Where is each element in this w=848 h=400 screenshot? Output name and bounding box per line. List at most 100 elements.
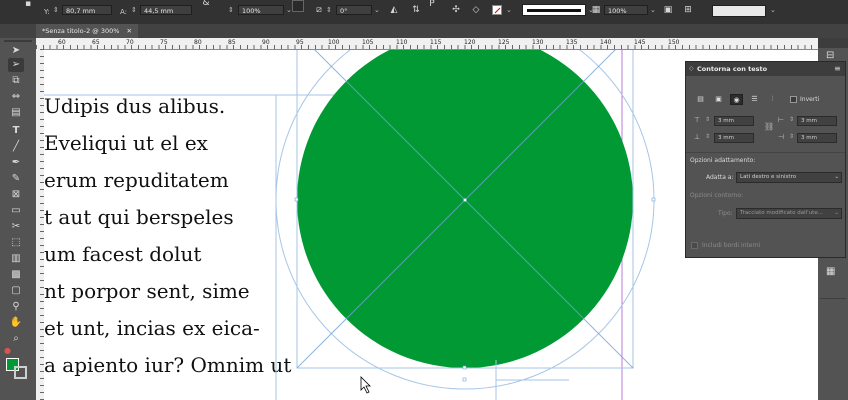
text-wrap-panel-header[interactable]: ◇ Contorna con testo ≡	[686, 62, 845, 76]
panel-collapse-icon[interactable]: ◇	[689, 65, 694, 72]
right-offset-stepper-icon[interactable]: ⇕	[789, 133, 794, 140]
tools-panel: ➤ ➢ ⧉ ⇔ ▤ T ╱ ✒ ✎ ⊠ ▭ ✂ ⬚ ▥ ▩ ▢ ⚲ ✋ ⌕ ●	[0, 38, 36, 400]
anchor-handle[interactable]	[462, 377, 467, 382]
gradient-swatch-tool-icon[interactable]: ▥	[8, 252, 24, 266]
top-offset-icon: ⊤	[694, 116, 701, 124]
left-offset-icon: ⊢	[778, 116, 785, 124]
object-style-dropdown-icon[interactable]: ⌄	[770, 6, 776, 14]
text-wrap-panel: ◇ Contorna con testo ≡ ▤ ▣ ◉ ☰ ⫶ Inverti…	[685, 61, 846, 258]
left-offset-stepper-icon[interactable]: ⇕	[789, 116, 794, 123]
scale-y-field[interactable]: 100%	[238, 5, 284, 15]
constrain-proportions-icon[interactable]	[292, 0, 304, 12]
wrap-object-shape-icon[interactable]: ◉	[730, 94, 743, 105]
flip-horizontal-icon[interactable]: ◭	[388, 4, 400, 16]
selection-tool-icon[interactable]: ➤	[8, 44, 24, 58]
type-tool-icon[interactable]: T	[8, 124, 24, 138]
rectangle-frame-tool-icon[interactable]: ⊠	[8, 188, 24, 202]
fx-icon[interactable]: ⊞	[682, 4, 694, 16]
document-tab[interactable]: *Senza titolo-2 @ 300% ✕	[36, 24, 138, 38]
panel-menu-icon[interactable]: ≡	[834, 64, 841, 73]
link-offsets-icon[interactable]: ⛓	[764, 122, 774, 131]
scale-y-dropdown-icon[interactable]: ⌄	[286, 6, 292, 14]
pencil-tool-icon[interactable]: ✎	[8, 172, 24, 186]
invert-label: Inverti	[800, 96, 820, 103]
top-offset-field[interactable]: 3 mm	[714, 116, 754, 126]
center-point[interactable]	[463, 198, 467, 202]
select-content-icon[interactable]: ✣	[450, 4, 462, 16]
a-field[interactable]: 44,5 mm	[140, 5, 192, 15]
hand-tool-icon[interactable]: ✋	[8, 316, 24, 330]
free-transform-tool-icon[interactable]: ⬚	[8, 236, 24, 250]
right-offset-icon: ⊣	[778, 133, 785, 141]
scale-y-stepper-icon[interactable]: ⇕	[228, 6, 234, 14]
stroke-swatch[interactable]	[492, 5, 502, 15]
a-label: A:	[120, 8, 128, 16]
dock-divider	[820, 298, 846, 299]
reference-point-icon[interactable]: ▪	[22, 0, 34, 10]
pen-tool-icon[interactable]: ✒	[8, 156, 24, 170]
shear-field[interactable]: 0°	[336, 5, 372, 15]
opacity-icon: ▦	[591, 5, 601, 15]
document-tab-title: *Senza titolo-2 @ 300%	[42, 27, 120, 35]
bottom-offset-stepper-icon[interactable]: ⇕	[705, 133, 710, 140]
eyedropper-tool-icon[interactable]: ⚲	[8, 300, 24, 314]
link-icon[interactable]: &	[200, 0, 212, 9]
shear-stepper-icon[interactable]: ⇕	[326, 6, 332, 14]
control-bar: ▪ Y: ⇕ 80,7 mm A: ⇕ 44,5 mm & ⇕ 100% ⌄ ⧄…	[0, 0, 848, 25]
a-stepper-icon[interactable]: ⇕	[131, 6, 137, 14]
contour-type-select[interactable]: Tracciato modificato dall'ute... ⌄	[736, 208, 842, 219]
direct-selection-tool-icon[interactable]: ➢	[8, 58, 24, 72]
close-tab-icon[interactable]: ✕	[127, 27, 132, 35]
scissors-tool-icon[interactable]: ✂	[8, 220, 24, 234]
contour-type-value: Tracciato modificato dall'ute...	[740, 210, 823, 216]
shear-dropdown-icon[interactable]: ⌄	[374, 6, 380, 14]
dock-header[interactable]	[818, 38, 848, 48]
stroke-color-swatch[interactable]	[14, 366, 27, 379]
anchor-handle[interactable]	[651, 197, 656, 202]
note-tool-icon[interactable]: ▢	[8, 284, 24, 298]
select-next-icon[interactable]: ◇	[470, 4, 482, 16]
y-field[interactable]: 80,7 mm	[62, 5, 112, 15]
gradient-feather-tool-icon[interactable]: ▩	[8, 268, 24, 282]
anchor-handle[interactable]	[462, 365, 467, 370]
y-stepper-icon[interactable]: ⇕	[53, 6, 59, 14]
no-wrap-icon[interactable]: ▤	[694, 94, 707, 105]
rectangle-tool-icon[interactable]: ▭	[8, 204, 24, 218]
gap-tool-icon[interactable]: ⇔	[8, 90, 24, 104]
include-inner-edges-checkbox[interactable]	[691, 242, 698, 249]
adapt-select[interactable]: Lati destro e sinistro ⌄	[736, 172, 842, 183]
green-circle[interactable]	[297, 50, 633, 368]
opacity-dropdown-icon[interactable]: ⌄	[650, 6, 656, 14]
anchor-handle[interactable]	[294, 197, 299, 202]
effects-icon[interactable]: ▣	[662, 4, 674, 16]
include-inner-edges-label: Includi bordi interni	[702, 242, 761, 249]
flip-vertical-icon[interactable]: ⇅	[410, 4, 422, 16]
opacity-field[interactable]: 100%	[604, 5, 648, 15]
default-colors-icon[interactable]: ●	[4, 346, 11, 355]
jump-next-column-icon[interactable]: ⫶	[766, 94, 779, 105]
invert-checkbox[interactable]	[790, 96, 797, 103]
stroke-weight-preview[interactable]	[522, 4, 586, 16]
left-offset-field[interactable]: 3 mm	[797, 116, 837, 126]
bottom-offset-field[interactable]: 3 mm	[714, 133, 754, 143]
stroke-swatch-dropdown-icon[interactable]: ⌄	[506, 6, 512, 14]
zoom-tool-icon[interactable]: ⌕	[8, 332, 24, 346]
object-style-field[interactable]	[712, 5, 766, 17]
jump-object-icon[interactable]: ☰	[748, 94, 761, 105]
page-tool-icon[interactable]: ⧉	[8, 74, 24, 88]
line-tool-icon[interactable]: ╱	[8, 140, 24, 154]
content-collector-icon[interactable]: ▤	[8, 106, 24, 120]
right-offset-field[interactable]: 3 mm	[797, 133, 837, 143]
y-label: Y:	[44, 8, 50, 16]
shear-icon: ⧄	[316, 5, 322, 15]
swatches-panel-icon[interactable]: ▦	[826, 266, 835, 277]
paragraph-p-icon[interactable]: P	[426, 0, 438, 10]
tools-panel-grip[interactable]	[4, 40, 32, 42]
adapt-dropdown-icon: ⌄	[834, 174, 839, 180]
top-offset-stepper-icon[interactable]: ⇕	[705, 116, 710, 123]
horizontal-ruler[interactable]: 60 65 70 75 80 85 90 95 100 105 110 115 …	[36, 38, 818, 50]
type-label: Tipo:	[718, 210, 733, 217]
contour-type-dropdown-icon: ⌄	[834, 210, 839, 216]
wrap-bounding-box-icon[interactable]: ▣	[712, 94, 725, 105]
text-wrap-panel-icon[interactable]: ⊟	[826, 50, 834, 61]
